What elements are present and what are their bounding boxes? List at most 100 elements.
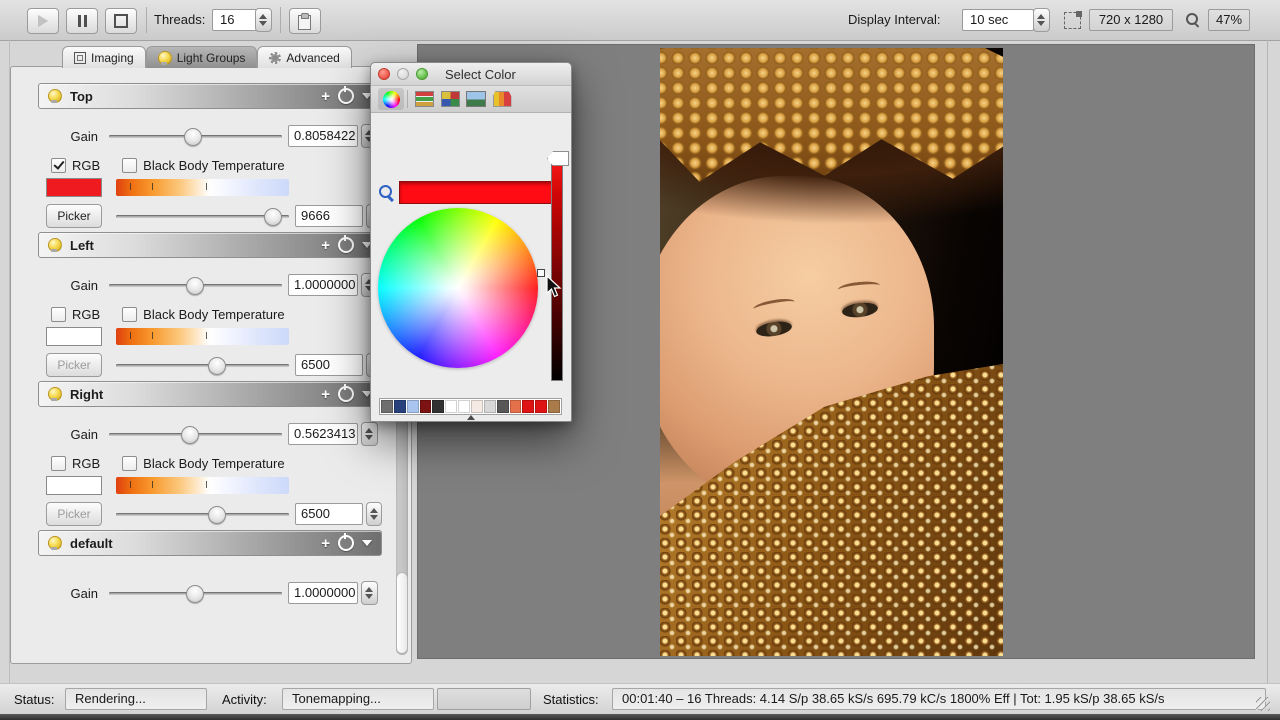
photo-gold-headdress	[660, 48, 1003, 188]
palette-drawer-handle[interactable]	[467, 415, 475, 420]
resize-window-icon[interactable]	[1064, 12, 1081, 29]
black-body-checkbox[interactable]	[122, 456, 137, 471]
palette-swatch[interactable]	[535, 400, 547, 413]
color-wheel-selector[interactable]	[537, 269, 545, 277]
gain-value[interactable]: 1.0000000	[288, 582, 358, 604]
temperature-slider-handle[interactable]	[208, 506, 226, 524]
gain-value[interactable]: 1.0000000	[288, 274, 358, 296]
temperature-value[interactable]: 6500	[295, 354, 363, 376]
display-interval-input[interactable]: 10 sec	[962, 9, 1034, 31]
gain-slider-handle[interactable]	[186, 277, 204, 295]
palette-swatch[interactable]	[381, 400, 393, 413]
palette-swatch[interactable]	[445, 400, 457, 413]
add-icon[interactable]: +	[321, 387, 330, 402]
close-icon[interactable]	[378, 68, 390, 80]
gain-value[interactable]: 0.8058422	[288, 125, 358, 147]
add-icon[interactable]: +	[321, 238, 330, 253]
palette-swatch[interactable]	[420, 400, 432, 413]
temperature-gradient[interactable]	[116, 328, 289, 345]
minimize-icon[interactable]	[397, 68, 409, 80]
temperature-gradient[interactable]	[116, 179, 289, 196]
tab-imaging[interactable]: Imaging	[62, 46, 146, 68]
activity-label: Activity:	[222, 692, 267, 707]
gain-slider[interactable]	[109, 276, 282, 294]
palette-swatch[interactable]	[394, 400, 406, 413]
gain-slider[interactable]	[109, 584, 282, 602]
stop-button[interactable]	[105, 8, 137, 34]
palette-swatch[interactable]	[471, 400, 483, 413]
tab-light-groups[interactable]: Light Groups	[146, 46, 258, 68]
picker-button[interactable]: Picker	[46, 353, 102, 377]
zoom-icon[interactable]	[416, 68, 428, 80]
gain-slider-handle[interactable]	[186, 585, 204, 603]
palette-swatch[interactable]	[484, 400, 496, 413]
gain-value[interactable]: 0.5623413	[288, 423, 358, 445]
gain-stepper[interactable]	[361, 581, 378, 605]
power-toggle-icon[interactable]	[338, 88, 354, 104]
power-toggle-icon[interactable]	[338, 386, 354, 402]
zoom-magnifier-icon[interactable]	[1186, 13, 1200, 27]
power-toggle-icon[interactable]	[338, 237, 354, 253]
threads-stepper[interactable]	[255, 8, 272, 32]
light-group-header[interactable]: Left+	[38, 232, 382, 258]
temperature-slider[interactable]	[116, 207, 289, 225]
palette-swatch[interactable]	[432, 400, 444, 413]
rgb-checkbox[interactable]	[51, 158, 66, 173]
palette-swatch[interactable]	[548, 400, 560, 413]
temperature-value[interactable]: 9666	[295, 205, 363, 227]
gain-slider-handle[interactable]	[181, 426, 199, 444]
power-toggle-icon[interactable]	[338, 535, 354, 551]
palette-swatch[interactable]	[510, 400, 522, 413]
dialog-titlebar[interactable]: Select Color	[371, 63, 571, 86]
add-icon[interactable]: +	[321, 536, 330, 551]
black-body-checkbox[interactable]	[122, 307, 137, 322]
light-group-header[interactable]: Top+	[38, 83, 382, 109]
color-swatch[interactable]	[46, 327, 102, 346]
threads-input[interactable]: 16	[212, 9, 257, 31]
color-sliders-mode-button[interactable]	[411, 88, 437, 110]
temperature-slider[interactable]	[116, 356, 289, 374]
color-wheel[interactable]	[378, 208, 538, 368]
palette-swatch[interactable]	[407, 400, 419, 413]
temperature-value[interactable]: 6500	[295, 503, 363, 525]
picker-button[interactable]: Picker	[46, 204, 102, 228]
color-palette-mode-button[interactable]	[437, 88, 463, 110]
brightness-slider[interactable]	[551, 153, 563, 381]
image-palette-mode-button[interactable]	[463, 88, 489, 110]
gain-slider[interactable]	[109, 425, 282, 443]
copy-button[interactable]	[289, 8, 321, 34]
light-group-header[interactable]: Right+	[38, 381, 382, 407]
chevron-down-icon[interactable]	[362, 540, 372, 546]
palette-swatch[interactable]	[458, 400, 470, 413]
play-button[interactable]	[27, 8, 59, 34]
display-interval-stepper[interactable]	[1033, 8, 1050, 32]
temperature-slider-handle[interactable]	[208, 357, 226, 375]
temperature-slider[interactable]	[116, 505, 289, 523]
rgb-checkbox[interactable]	[51, 456, 66, 471]
picker-button[interactable]: Picker	[46, 502, 102, 526]
gain-slider-handle[interactable]	[184, 128, 202, 146]
pause-button[interactable]	[66, 8, 98, 34]
gain-slider[interactable]	[109, 127, 282, 145]
scrollbar-thumb[interactable]	[396, 572, 408, 654]
color-wheel-icon	[383, 91, 400, 108]
palette-swatch[interactable]	[522, 400, 534, 413]
gain-stepper[interactable]	[361, 422, 378, 446]
color-swatch[interactable]	[46, 476, 102, 495]
color-swatch[interactable]	[46, 178, 102, 197]
add-icon[interactable]: +	[321, 89, 330, 104]
palette-swatch[interactable]	[497, 400, 509, 413]
tab-advanced[interactable]: Advanced	[257, 46, 351, 68]
toolbar-separator	[146, 7, 147, 33]
window-resize-grip[interactable]	[1256, 697, 1270, 711]
temperature-gradient[interactable]	[116, 477, 289, 494]
temperature-slider-handle[interactable]	[264, 208, 282, 226]
progress-bar	[437, 688, 531, 710]
light-group-header[interactable]: default+	[38, 530, 382, 556]
temperature-stepper[interactable]	[366, 502, 382, 526]
black-body-checkbox[interactable]	[122, 158, 137, 173]
color-wheel-mode-button[interactable]	[378, 88, 404, 110]
color-loupe-icon[interactable]	[379, 185, 394, 200]
rgb-checkbox[interactable]	[51, 307, 66, 322]
crayons-mode-button[interactable]	[489, 88, 515, 110]
